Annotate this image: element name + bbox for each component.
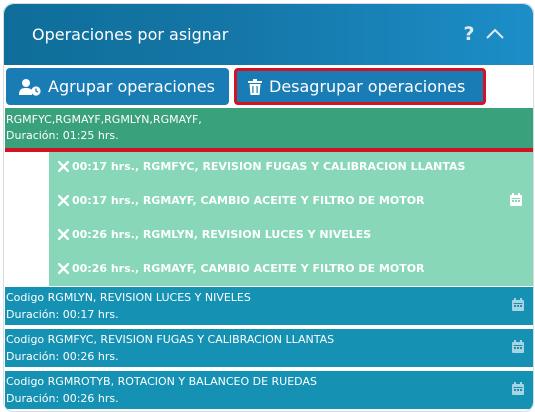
- group-duration: Duración: 01:25 hrs.: [6, 129, 119, 142]
- desagrupar-operaciones-label: Desagrupar operaciones: [269, 77, 466, 96]
- group-operation-item[interactable]: 00:26 hrs., RGMAYF, CAMBIO ACEITE Y FILT…: [58, 258, 425, 278]
- operation-row-duration: Duración: 00:17 hrs.: [6, 308, 119, 321]
- operation-row[interactable]: Codigo RGMLYN, REVISION LUCES Y NIVELES …: [5, 287, 533, 325]
- user-clock-icon: [19, 78, 41, 96]
- calendar-icon[interactable]: [512, 382, 524, 395]
- wrench-screwdriver-icon: [58, 262, 69, 274]
- chevron-up-icon[interactable]: [484, 24, 506, 44]
- wrench-screwdriver-icon: [58, 194, 69, 206]
- operation-row[interactable]: Codigo RGMFYC, REVISION FUGAS Y CALIBRAC…: [5, 329, 533, 367]
- operation-group[interactable]: RGMFYC,RGMAYF,RGMLYN,RGMAYF, Duración: 0…: [5, 108, 533, 150]
- group-operations-list: 00:17 hrs., RGMFYC, REVISION FUGAS Y CAL…: [49, 152, 533, 286]
- question-mark-icon[interactable]: ?: [460, 22, 478, 46]
- operation-row-title: Codigo RGMFYC, REVISION FUGAS Y CALIBRAC…: [6, 333, 335, 346]
- operation-row[interactable]: Codigo RGMROTYB, ROTACION Y BALANCEO DE …: [5, 371, 533, 409]
- calendar-icon[interactable]: [512, 298, 524, 311]
- operation-row-duration: Duración: 00:26 hrs.: [6, 350, 119, 363]
- group-operation-item[interactable]: 00:17 hrs., RGMFYC, REVISION FUGAS Y CAL…: [58, 156, 465, 176]
- panel-title: Operaciones por asignar: [32, 25, 229, 44]
- group-operation-item[interactable]: 00:17 hrs., RGMAYF, CAMBIO ACEITE Y FILT…: [58, 190, 425, 210]
- group-operation-text: 00:26 hrs., RGMLYN, REVISION LUCES Y NIV…: [72, 227, 372, 241]
- operation-row-title: Codigo RGMLYN, REVISION LUCES Y NIVELES: [6, 291, 251, 304]
- calendar-icon[interactable]: [512, 340, 524, 353]
- desagrupar-operaciones-button[interactable]: Desagrupar operaciones: [234, 68, 486, 105]
- group-operation-item[interactable]: 00:26 hrs., RGMLYN, REVISION LUCES Y NIV…: [58, 224, 371, 244]
- operations-panel: Operaciones por asignar ? Agrupar operac…: [3, 3, 534, 412]
- calendar-icon[interactable]: [510, 193, 522, 206]
- wrench-screwdriver-icon: [58, 228, 69, 240]
- agrupar-operaciones-label: Agrupar operaciones: [48, 77, 215, 96]
- operation-row-duration: Duración: 00:26 hrs.: [6, 392, 119, 405]
- group-operation-text: 00:17 hrs., RGMAYF, CAMBIO ACEITE Y FILT…: [72, 193, 425, 207]
- group-operation-text: 00:17 hrs., RGMFYC, REVISION FUGAS Y CAL…: [72, 159, 466, 173]
- group-operation-text: 00:26 hrs., RGMAYF, CAMBIO ACEITE Y FILT…: [72, 261, 425, 275]
- trash-icon: [248, 78, 262, 95]
- group-codes: RGMFYC,RGMAYF,RGMLYN,RGMAYF,: [6, 113, 202, 126]
- wrench-screwdriver-icon: [58, 160, 69, 172]
- agrupar-operaciones-button[interactable]: Agrupar operaciones: [6, 68, 229, 105]
- operation-row-title: Codigo RGMROTYB, ROTACION Y BALANCEO DE …: [6, 375, 317, 388]
- panel-header: Operaciones por asignar ?: [4, 4, 533, 65]
